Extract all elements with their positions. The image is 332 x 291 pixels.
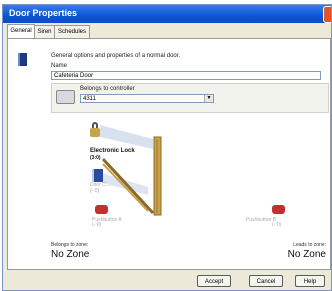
- leads-zone-label: Leads to zone:: [293, 242, 326, 248]
- door-leaf: [101, 157, 155, 215]
- window-title: Door Properties: [9, 8, 78, 18]
- pushbutton-a-icon[interactable]: [95, 205, 108, 214]
- leads-zone-value[interactable]: No Zone: [288, 249, 326, 260]
- belongs-zone-label: Belongs to zone:: [51, 242, 89, 248]
- tab-siren[interactable]: Siren: [34, 25, 55, 39]
- lock-beam: [100, 125, 153, 149]
- door-contact-icon[interactable]: [92, 169, 103, 182]
- title-bar: Door Properties: [3, 5, 331, 23]
- general-panel: General options and properties of a norm…: [7, 38, 331, 270]
- help-button[interactable]: Help: [295, 275, 325, 287]
- close-button[interactable]: [323, 6, 331, 23]
- door-properties-window: Door Properties General Siren Schedules …: [2, 4, 332, 291]
- tab-schedules[interactable]: Schedules: [54, 25, 90, 39]
- pushbutton-b-sub: (-:0): [272, 222, 282, 228]
- lock-label: Electronic Lock: [90, 148, 135, 154]
- accept-button[interactable]: Accept: [197, 275, 231, 287]
- belongs-zone-value[interactable]: No Zone: [51, 249, 89, 260]
- door-contact-sub: (-:0): [90, 188, 100, 194]
- lock-icon[interactable]: [90, 128, 100, 137]
- door-diagram: [100, 125, 162, 216]
- pushbutton-a-sub: (-:0): [92, 222, 102, 228]
- cancel-button[interactable]: Cancel: [249, 275, 283, 287]
- tab-general[interactable]: General: [7, 24, 35, 39]
- lock-sub: (3:0): [90, 155, 101, 161]
- pushbutton-b-icon[interactable]: [272, 205, 285, 214]
